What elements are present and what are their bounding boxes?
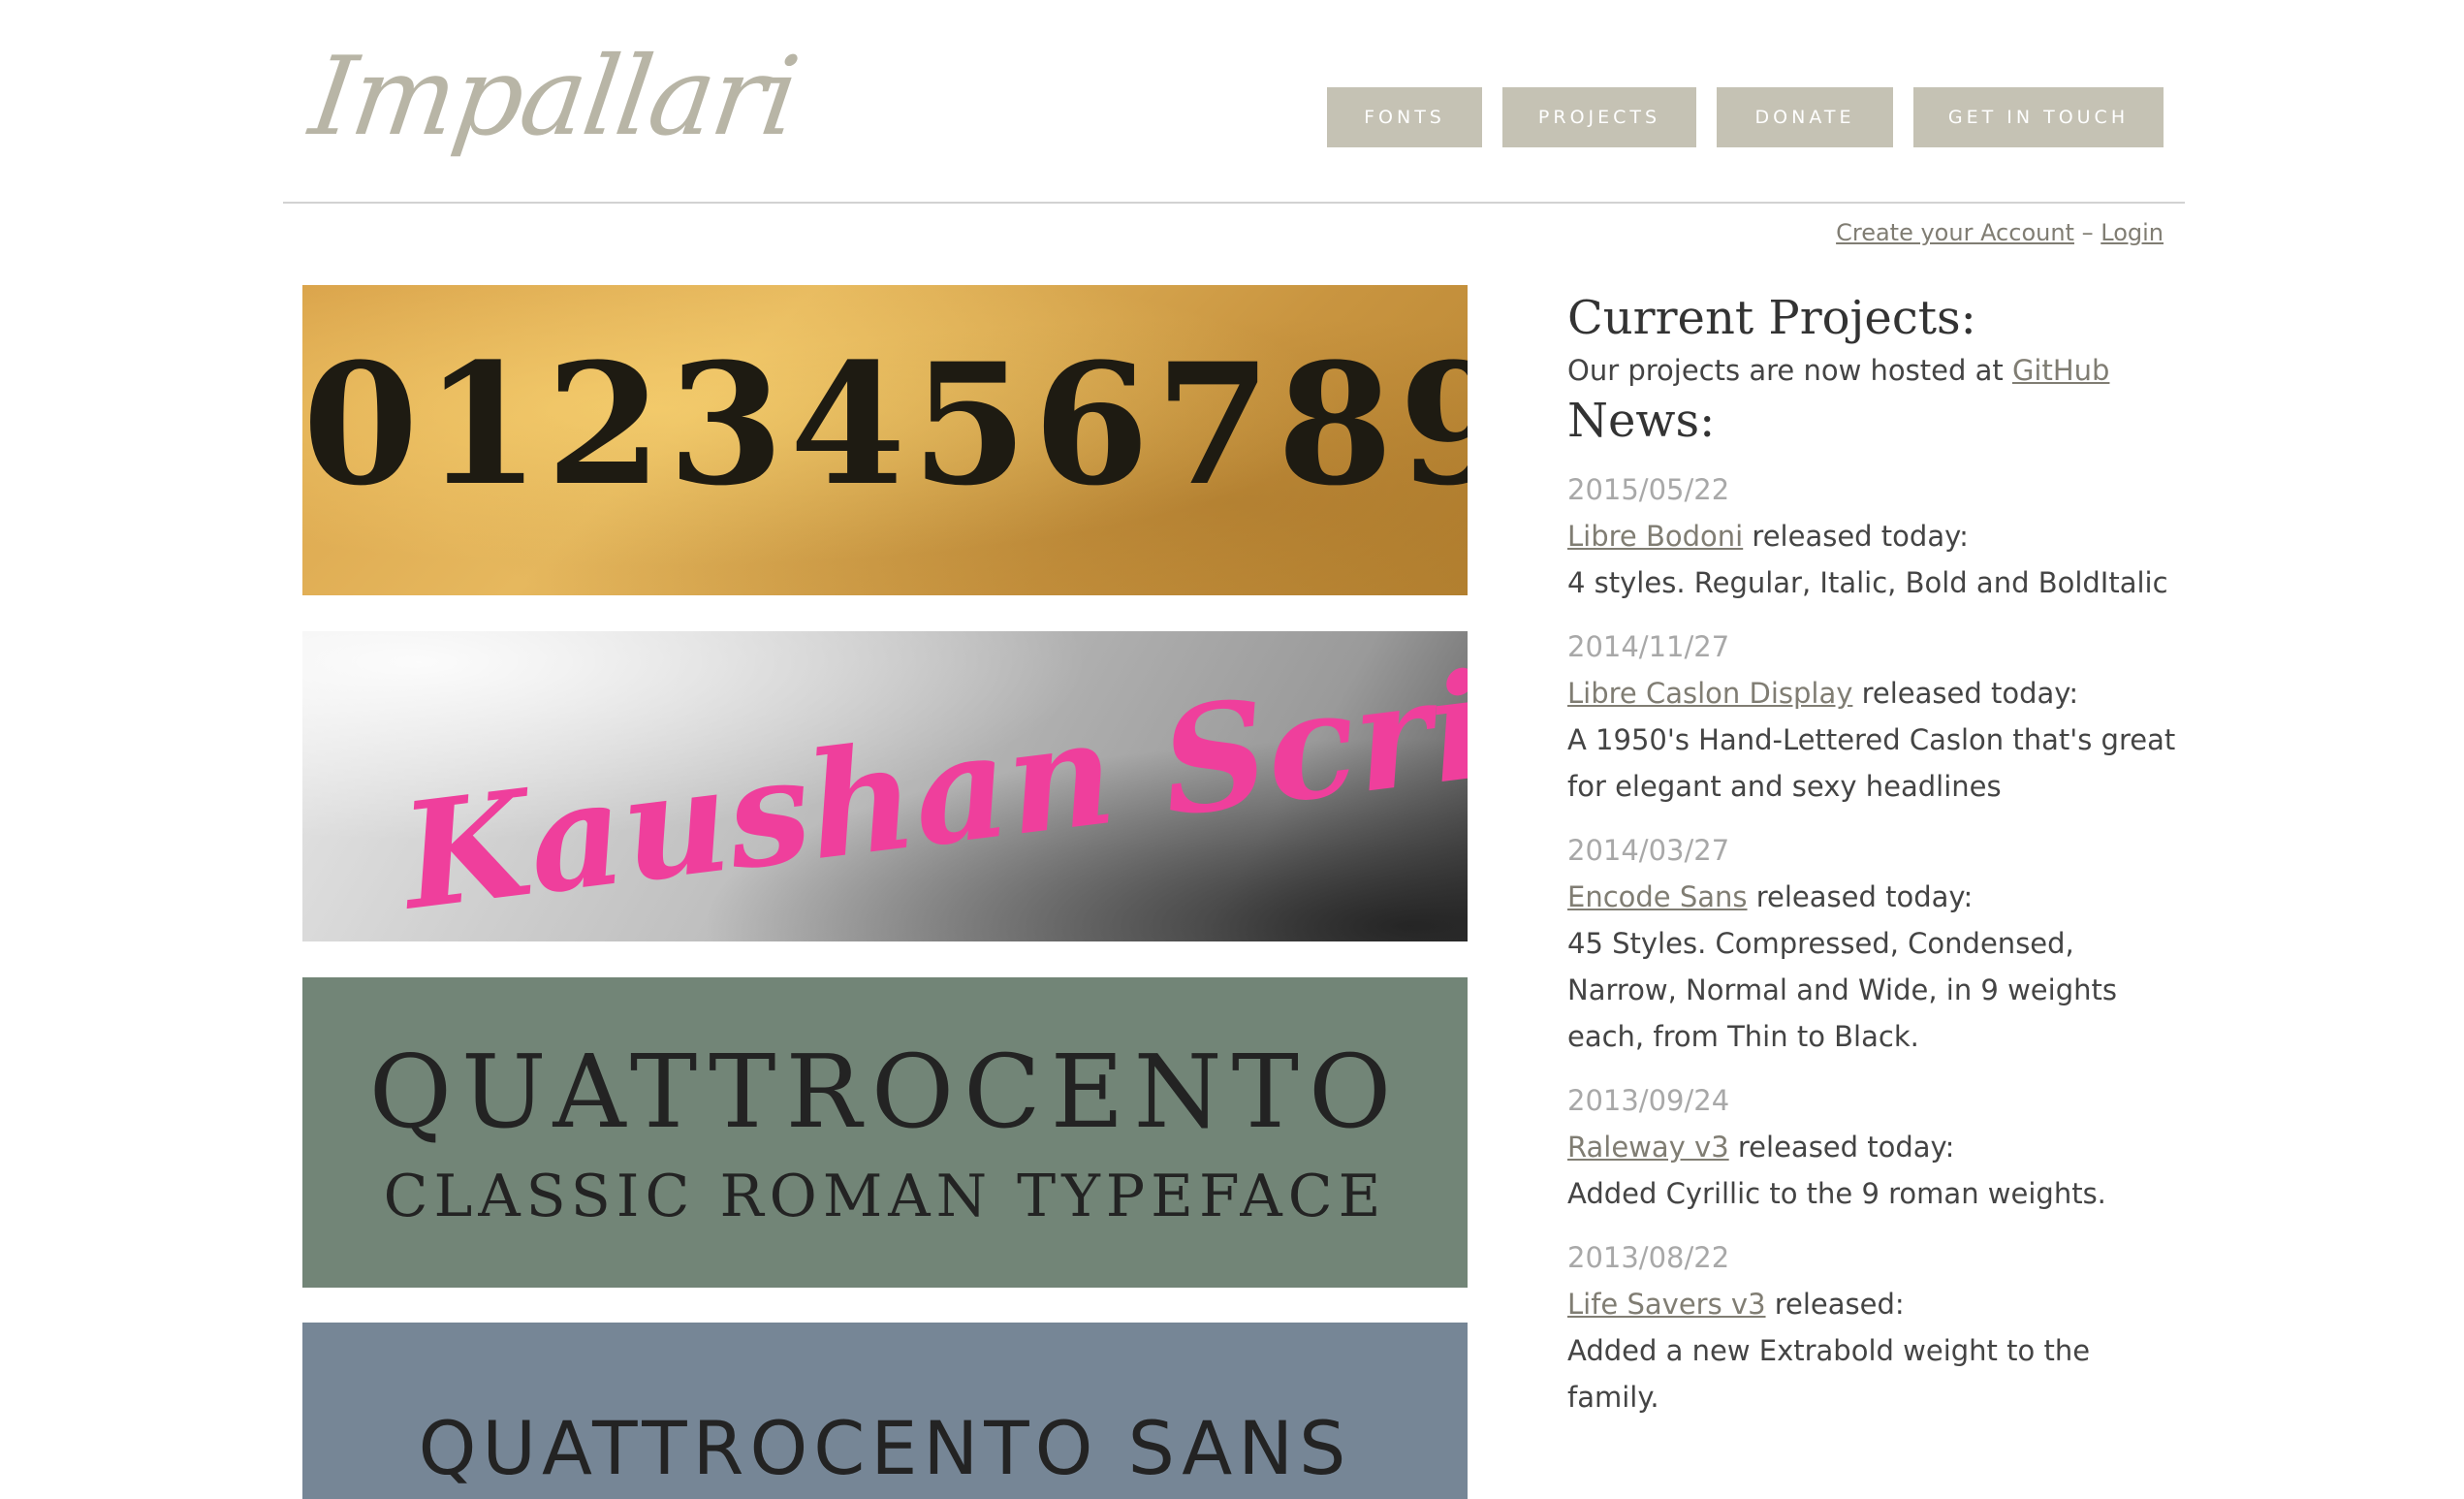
- banner-quattrocento-subtitle: CLASSIC ROMAN TYPEFACE: [383, 1163, 1387, 1230]
- main-nav: FONTS PROJECTS DONATE GET IN TOUCH: [1327, 87, 2164, 147]
- news-title-line: Libre Bodoni released today:: [1567, 513, 2188, 559]
- news-date: 2014/11/27: [1567, 630, 1730, 664]
- banner-quattrocento-sans-title: QUATTROCENTO SANS: [418, 1405, 1352, 1491]
- news-item: 2013/09/24 Raleway v3 released today: Ad…: [1567, 1077, 2188, 1217]
- news-title-line: Raleway v3 released today:: [1567, 1124, 2188, 1170]
- news-title-line: Encode Sans released today:: [1567, 874, 2188, 920]
- banner-quattrocento-title: QUATTROCENTO: [368, 1033, 1402, 1151]
- news-title-line: Libre Caslon Display released today:: [1567, 670, 2188, 717]
- banner-script-text: Kaushan Script: [394, 631, 1468, 941]
- news-link-encode-sans[interactable]: Encode Sans: [1567, 880, 1748, 913]
- news-date: 2014/03/27: [1567, 834, 1730, 868]
- news-date: 2013/08/22: [1567, 1241, 1730, 1275]
- font-banner-quattrocento[interactable]: QUATTROCENTO CLASSIC ROMAN TYPEFACE: [302, 977, 1468, 1288]
- news-list: 2015/05/22 Libre Bodoni released today: …: [1567, 466, 2188, 1420]
- sidebar: Current Projects: Our projects are now h…: [1567, 291, 2188, 1438]
- news-body: 45 Styles. Compressed, Condensed, Narrow…: [1567, 927, 2117, 1054]
- news-link-life-savers-v3[interactable]: Life Savers v3: [1567, 1288, 1766, 1321]
- projects-text: Our projects are now hosted at GitHub: [1567, 347, 2188, 394]
- news-suffix: released today:: [1852, 677, 2079, 711]
- current-projects-heading: Current Projects:: [1567, 291, 1976, 345]
- site-logo[interactable]: Impallari: [303, 34, 805, 160]
- news-body: Added Cyrillic to the 9 roman weights.: [1567, 1177, 2106, 1211]
- font-banner-kaushan-script[interactable]: Kaushan Script: [302, 631, 1468, 941]
- news-title-line: Life Savers v3 released:: [1567, 1281, 2188, 1327]
- auth-separator: –: [2081, 219, 2094, 246]
- news-link-libre-caslon-display[interactable]: Libre Caslon Display: [1567, 677, 1852, 710]
- nav-get-in-touch-button[interactable]: GET IN TOUCH: [1913, 87, 2164, 147]
- news-suffix: released:: [1765, 1288, 1905, 1322]
- nav-projects-button[interactable]: PROJECTS: [1502, 87, 1696, 147]
- news-link-libre-bodoni[interactable]: Libre Bodoni: [1567, 520, 1743, 553]
- news-body: Added a new Extrabold weight to the fami…: [1567, 1334, 2091, 1415]
- news-suffix: released today:: [1743, 520, 1969, 554]
- github-link[interactable]: GitHub: [2012, 354, 2110, 387]
- news-link-raleway-v3[interactable]: Raleway v3: [1567, 1131, 1729, 1164]
- news-item: 2015/05/22 Libre Bodoni released today: …: [1567, 466, 2188, 606]
- news-item: 2014/11/27 Libre Caslon Display released…: [1567, 623, 2188, 810]
- news-suffix: released today:: [1747, 880, 1974, 914]
- font-banner-quattrocento-sans[interactable]: QUATTROCENTO SANS: [302, 1323, 1468, 1499]
- header-divider: [283, 202, 2185, 204]
- news-date: 2015/05/22: [1567, 473, 1730, 507]
- news-suffix: released today:: [1728, 1131, 1955, 1164]
- news-heading: News:: [1567, 393, 1716, 448]
- auth-links: Create your Account – Login: [1836, 219, 2164, 246]
- news-body: A 1950's Hand-Lettered Caslon that's gre…: [1567, 723, 2176, 804]
- news-date: 2013/09/24: [1567, 1084, 1730, 1118]
- nav-fonts-button[interactable]: FONTS: [1327, 87, 1482, 147]
- news-body: 4 styles. Regular, Italic, Bold and Bold…: [1567, 566, 2168, 600]
- create-account-link[interactable]: Create your Account: [1836, 219, 2074, 246]
- page: Impallari FONTS PROJECTS DONATE GET IN T…: [0, 0, 2464, 1499]
- nav-donate-button[interactable]: DONATE: [1717, 87, 1893, 147]
- font-banner-digits[interactable]: 0123456789: [302, 285, 1468, 595]
- projects-text-label: Our projects are now hosted at: [1567, 353, 2012, 387]
- news-item: 2013/08/22 Life Savers v3 released: Adde…: [1567, 1234, 2188, 1420]
- news-item: 2014/03/27 Encode Sans released today: 4…: [1567, 827, 2188, 1060]
- login-link[interactable]: Login: [2101, 219, 2164, 246]
- banner-digits-text: 0123456789: [302, 326, 1468, 523]
